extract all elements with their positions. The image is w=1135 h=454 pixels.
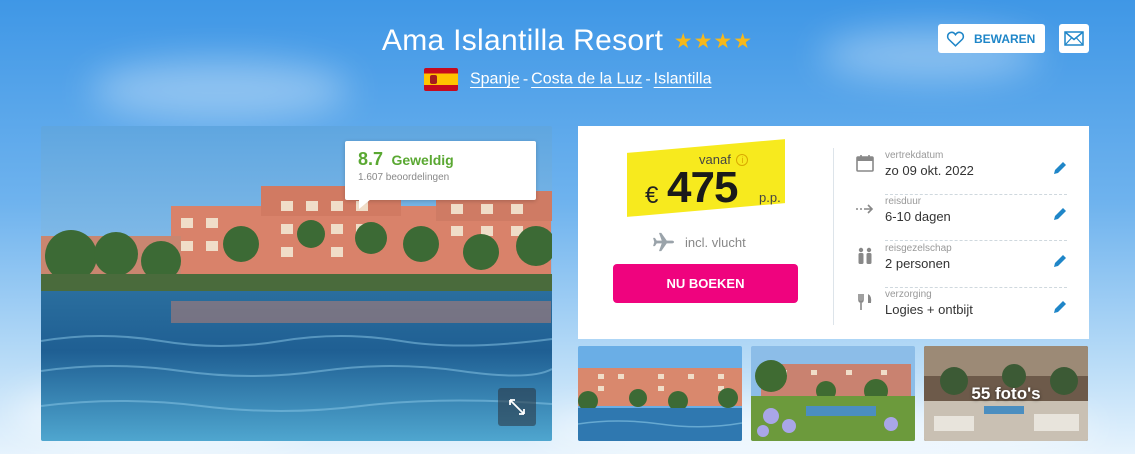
breadcrumb-separator: - <box>522 70 529 88</box>
airplane-icon <box>653 232 674 252</box>
fullscreen-button[interactable] <box>498 388 536 426</box>
detail-value: zo 09 okt. 2022 <box>885 163 974 178</box>
panel-divider <box>833 148 834 325</box>
info-icon[interactable]: i <box>736 154 749 166</box>
rating-score: 8.7 <box>358 149 384 169</box>
people-icon <box>855 246 875 266</box>
pencil-icon[interactable] <box>1052 253 1068 269</box>
gallery-thumbnail-pool[interactable] <box>578 346 742 441</box>
pencil-icon[interactable] <box>1052 206 1068 222</box>
detail-departure-date[interactable]: vertrekdatum zo 09 okt. 2022 <box>855 148 1067 195</box>
detail-board[interactable]: verzorging Logies + ontbijt <box>855 287 1067 334</box>
detail-label: verzorging <box>885 289 932 300</box>
detail-value: Logies + ontbijt <box>885 302 973 317</box>
price-currency: € <box>645 182 659 209</box>
duration-icon <box>855 199 875 219</box>
place-link[interactable]: Islantilla <box>654 71 712 88</box>
spain-flag-icon <box>423 68 458 91</box>
detail-label: reisgezelschap <box>885 243 952 254</box>
review-count: 1.607 beoordelingen <box>358 172 450 183</box>
region-link[interactable]: Costa de la Luz <box>531 71 642 88</box>
detail-value: 6-10 dagen <box>885 209 951 224</box>
detail-label: reisduur <box>885 196 922 207</box>
star-rating: ★★★★ <box>673 29 754 53</box>
country-link[interactable]: Spanje <box>470 71 520 88</box>
detail-label: vertrekdatum <box>885 150 944 161</box>
hotel-title: Ama Islantilla Resort <box>381 24 664 57</box>
pencil-icon[interactable] <box>1052 299 1068 315</box>
detail-travel-party[interactable]: reisgezelschap 2 personen <box>855 241 1067 288</box>
expand-icon <box>509 399 525 415</box>
save-button[interactable]: BEWAREN <box>938 24 1045 53</box>
cutlery-icon <box>855 292 875 312</box>
book-now-button[interactable]: NU BOEKEN <box>613 264 798 303</box>
detail-duration[interactable]: reisduur 6-10 dagen <box>855 194 1067 241</box>
share-email-button[interactable] <box>1059 24 1089 53</box>
breadcrumb-separator: - <box>645 70 651 88</box>
gallery-thumbnail-terrace[interactable]: 55 foto's <box>924 346 1088 441</box>
flight-included: incl. vlucht <box>653 232 746 252</box>
price-amount: 475 <box>667 163 738 212</box>
price-per-person: p.p. <box>759 190 781 205</box>
review-rating-card[interactable]: 8.7 Geweldig 1.607 beoordelingen <box>345 141 536 209</box>
pencil-icon[interactable] <box>1052 160 1068 176</box>
gallery-thumbnail-garden[interactable] <box>751 346 915 441</box>
flight-label: incl. vlucht <box>685 234 746 250</box>
photo-count: 55 foto's <box>971 384 1041 403</box>
heart-icon <box>946 31 965 47</box>
rating-word: Geweldig <box>391 152 454 168</box>
calendar-icon <box>855 153 875 173</box>
breadcrumb: Spanje - Costa de la Luz - Islantilla <box>0 68 1135 91</box>
detail-value: 2 personen <box>885 256 951 271</box>
envelope-icon <box>1064 31 1084 46</box>
save-label: BEWAREN <box>974 31 1036 46</box>
